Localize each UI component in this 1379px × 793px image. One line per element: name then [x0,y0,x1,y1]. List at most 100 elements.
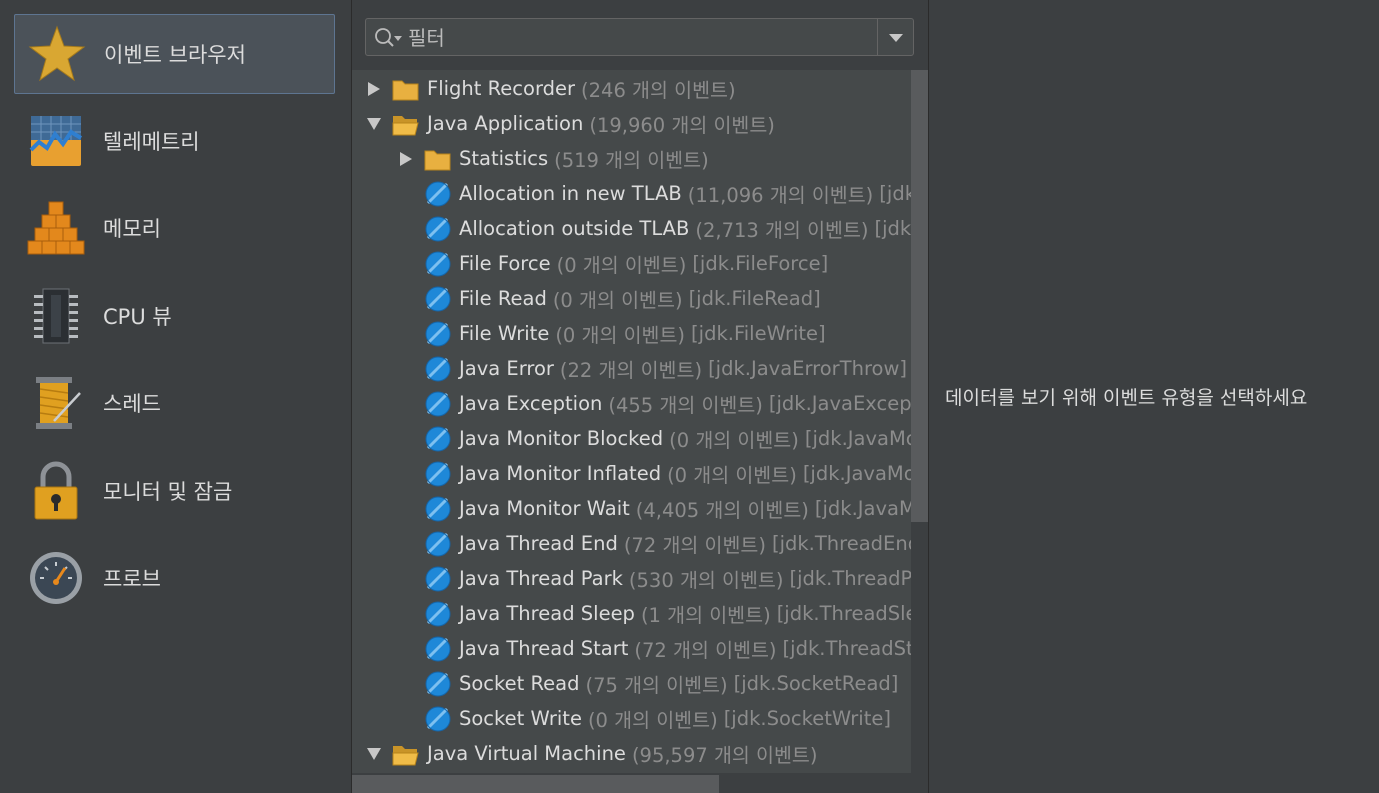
event-type-icon [424,286,451,312]
sidebar-item-label: 프로브 [103,567,161,591]
tree-row-event-type[interactable]: Java Thread End(72 개의 이벤트)[jdk.ThreadEnd… [352,526,911,561]
tree-row-name: Java Monitor Wait [459,497,630,520]
tree-row-type-id: [jdk.FileForce] [692,252,829,275]
telemetry-chart-icon [26,111,86,171]
tree-row-event-count: (1 개의 이벤트) [640,604,771,627]
event-type-icon [424,566,451,592]
sidebar-item-label: 모니터 및 잠금 [103,480,233,504]
sidebar-item-memory[interactable]: 메모리 [14,188,335,268]
tree-row-type-id: [jdk.JavaMonitorWait] [814,497,911,520]
event-type-icon [424,216,451,242]
filter-input[interactable] [406,22,880,54]
event-type-icon [424,181,451,207]
tree-row-type-id: [jdk.JavaMonitorInflate] [802,462,911,485]
event-type-tree[interactable]: Flight Recorder (246 개의 이벤트) Java Applicat… [352,70,911,773]
filter-box [365,18,914,56]
event-type-icon [424,251,451,277]
tree-row-event-count: (72 개의 이벤트) [634,639,777,662]
folder-open-icon [392,741,419,767]
vertical-scrollbar-thumb[interactable] [911,70,928,522]
tree-row-type-id: [jdk.FileWrite] [691,322,826,345]
tree-row-event-type[interactable]: File Force (0 개의 이벤트) [jdk.FileForce] [352,246,911,281]
tree-row-name: Java Exception [459,392,603,415]
thread-spool-icon [26,373,86,433]
horizontal-scrollbar-thumb[interactable] [352,775,719,793]
sidebar-item-threads[interactable]: 스레드 [14,363,335,443]
tree-row-name: Allocation outside TLAB [459,217,690,240]
sidebar-item-monitors-locks[interactable]: 모니터 및 잠금 [14,451,335,531]
tree-row-event-type[interactable]: Socket Write (0 개의 이벤트) [jdk.SocketWrite] [352,701,911,736]
tree-row-type-id: [jdk.ObjectAllocationOutsideTLAB] [874,217,912,240]
tree-row-name: Java Virtual Machine [427,742,626,765]
event-type-icon [424,671,451,697]
tree-row-event-count: (0 개의 이벤트) [587,709,718,732]
tree-row-event-count: (22 개의 이벤트) [559,359,703,382]
tree-row-event-type[interactable]: File Write (0 개의 이벤트) [jdk.FileWrite] [352,316,911,351]
event-type-icon [424,636,451,662]
folder-icon [424,146,451,172]
event-type-icon [424,496,451,522]
memory-blocks-icon [26,198,86,258]
tree-row-category[interactable]: Flight Recorder (246 개의 이벤트) [352,71,911,106]
tree-row-event-count: (11,096 개의 이벤트) [687,184,874,207]
tree-row-name: Java Monitor Blocked [459,427,664,450]
tree-row-name: Java Thread End [459,532,618,555]
tree-row-event-count: (0 개의 이벤트) [667,464,797,487]
sidebar-item-telemetry[interactable]: 텔레메트리 [14,101,335,181]
tree-row-category[interactable]: Java Application (19,960 개의 이벤트) [352,106,911,141]
event-type-icon [424,321,451,347]
tree-row-event-type[interactable]: Java Thread Park (530 개의 이벤트) [jdk.ThreadP… [352,561,911,596]
tree-row-event-count: (72 개의 이벤트) [623,534,766,557]
tree-row-event-type[interactable]: Socket Read (75 개의 이벤트) [jdk.SocketRead] [352,666,911,701]
sidebar-item-label: CPU 뷰 [103,305,172,329]
tree-row-event-type[interactable]: Java Thread Start (72 개의 이벤트) [jdk.ThreadS… [352,631,911,666]
event-type-icon [424,461,451,487]
tree-row-event-type[interactable]: Java Exception (455 개의 이벤트) [jdk.JavaExcep… [352,386,911,421]
sidebar-item-probes[interactable]: 프로브 [14,538,335,618]
sidebar-item-event-browser[interactable]: 이벤트 브라우저 [14,14,335,94]
folder-open-icon [392,111,419,137]
tree-row-event-type[interactable]: File Read (0 개의 이벤트) [jdk.FileRead] [352,281,911,316]
tree-row-event-type[interactable]: Allocation in new TLAB (11,096 개의 이벤트) [jd… [352,176,911,211]
filter-dropdown-button[interactable] [877,19,913,55]
sidebar-item-label: 메모리 [103,217,161,241]
tree-row-event-type[interactable]: Java Thread Sleep (1 개의 이벤트) [jdk.ThreadSl… [352,596,911,631]
event-type-icon [424,356,451,382]
tree-row-event-count: (4,405 개의 이벤트) [635,499,809,522]
tree-row-type-id: [jdk.JavaErrorThrow] [708,357,908,380]
event-type-icon [424,426,451,452]
expand-arrow-icon[interactable] [366,81,382,97]
collapse-arrow-icon[interactable] [366,116,382,132]
padlock-icon [26,461,86,521]
folder-icon [392,76,419,102]
expand-arrow-icon[interactable] [398,151,414,167]
empty-state-message: 데이터를 보기 위해 이벤트 유형을 선택하세요 [945,387,1308,409]
tree-row-event-type[interactable]: Allocation outside TLAB (2,713 개의 이벤트) [jd… [352,211,911,246]
search-icon[interactable] [374,27,404,49]
tree-row-category[interactable]: Java Virtual Machine (95,597 개의 이벤트) [352,736,911,771]
tree-row-event-type[interactable]: Java Monitor Inflated (0 개의 이벤트) [jdk.Java… [352,456,911,491]
tree-row-category[interactable]: Statistics (519 개의 이벤트) [352,141,911,176]
sidebar-item-label: 스레드 [103,392,161,416]
sidebar-item-cpu-view[interactable]: CPU 뷰 [14,276,335,356]
tree-row-name: Java Application [427,112,584,135]
tree-row-type-id: [jdk.ThreadSleep] [776,602,911,625]
tree-row-type-id: [jdk.JavaExceptionThrow] [768,392,911,415]
tree-row-event-type[interactable]: Java Error (22 개의 이벤트) [jdk.JavaErrorThrow… [352,351,911,386]
tree-row-name: Java Thread Sleep [459,602,635,625]
tree-row-name: Allocation in new TLAB [459,182,682,205]
tree-row-type-id: [jdk.ThreadEnd] [771,532,911,555]
tree-row-name: Java Error [459,357,554,380]
collapse-arrow-icon[interactable] [366,746,382,762]
tree-row-event-type[interactable]: Java Monitor Wait (4,405 개의 이벤트) [jdk.Java… [352,491,911,526]
tree-row-event-count: (95,597 개의 이벤트) [631,744,818,767]
tree-row-event-type[interactable]: Java Monitor Blocked (0 개의 이벤트) [jdk.JavaM… [352,421,911,456]
tree-row-type-id: [jdk.ThreadPark] [789,567,911,590]
